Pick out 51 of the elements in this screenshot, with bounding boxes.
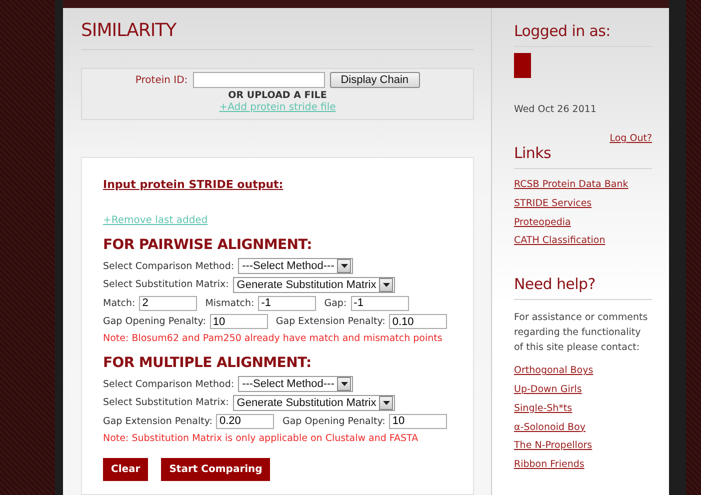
field-label: Select Comparison Method: <box>103 378 234 390</box>
field-label: Gap Opening Penalty: <box>103 316 206 328</box>
stride-heading: Input protein STRIDE output: <box>103 178 284 191</box>
dropdown[interactable]: ---Select Method--- <box>238 376 354 392</box>
help-text: For assistance or comments regarding the functionality of this site please contact: <box>514 311 649 356</box>
dropdown[interactable]: ---Select Method--- <box>238 258 354 274</box>
field-label: Select Substitution Matrix: <box>103 397 229 408</box>
contact-link[interactable]: Ribbon Friends <box>514 459 584 470</box>
upload-label: OR UPLOAD A FILE <box>227 90 328 101</box>
display-chain-button[interactable]: Display Chain <box>330 72 420 88</box>
dropdown[interactable]: Generate Substitution Matrix <box>232 276 396 293</box>
sidebar-heading: Logged in as: <box>514 22 652 47</box>
input-field[interactable]: 10 <box>210 314 268 330</box>
dropdown[interactable]: Generate Substitution Matrix <box>232 394 396 411</box>
section-heading: FOR PAIRWISE ALIGNMENT: <box>103 237 313 253</box>
sidebar-heading: Links <box>514 144 652 169</box>
field-label: Gap Opening Penalty: <box>282 416 386 427</box>
sidebar-heading: Need help? <box>514 275 652 300</box>
sidebar-link[interactable]: Proteopedia <box>514 216 571 228</box>
sidebar-link[interactable]: STRIDE Services <box>514 198 592 209</box>
form-button[interactable]: Start Comparing <box>161 458 270 480</box>
sidebar-link[interactable]: RCSB Protein Data Bank <box>514 179 628 190</box>
input-field[interactable]: 0.20 <box>216 414 274 429</box>
section-heading: FOR MULTIPLE ALIGNMENT: <box>103 355 312 371</box>
contact-link[interactable]: The N-Propellors <box>514 440 592 452</box>
input-field[interactable]: 10 <box>389 414 448 429</box>
form-button[interactable]: Clear <box>103 458 148 480</box>
field-label: Match: <box>103 298 136 309</box>
contact-link[interactable]: Up-Down Girls <box>514 384 582 395</box>
field-label: Gap: <box>324 298 347 309</box>
note-text: Note: Substitution Matrix is only applicable on Clustalw and FASTA <box>103 432 420 444</box>
field-label: Gap Extension Penalty: <box>103 416 212 427</box>
field-label: Protein ID: <box>135 74 188 86</box>
input-field[interactable]: 0.10 <box>389 314 448 330</box>
field-label: Select Substitution Matrix: <box>103 279 229 290</box>
logout-link[interactable]: Log Out? <box>610 133 652 144</box>
page-title: SIMILARITY <box>81 20 474 50</box>
input-field[interactable]: -1 <box>258 296 316 311</box>
protein-id-field[interactable] <box>192 72 325 88</box>
sidebar-link[interactable]: CATH Classification <box>514 235 606 246</box>
field-label: Select Comparison Method: <box>103 260 234 272</box>
input-field[interactable]: -1 <box>350 296 409 311</box>
field-label: Mismatch: <box>205 298 254 309</box>
note-text: Note: Blosum62 and Pam250 already have match and mismatch points <box>103 333 444 344</box>
contact-link[interactable]: Orthogonal Boys <box>514 365 594 376</box>
redacted-name <box>514 53 531 78</box>
contact-link[interactable]: α-Solonoid Boy <box>514 422 586 433</box>
field-label: Gap Extension Penalty: <box>276 316 386 328</box>
date-text: Wed Oct 26 2011 <box>514 104 598 115</box>
input-field[interactable]: 2 <box>139 296 198 311</box>
contact-link[interactable]: Single-Sh*ts <box>514 402 572 414</box>
